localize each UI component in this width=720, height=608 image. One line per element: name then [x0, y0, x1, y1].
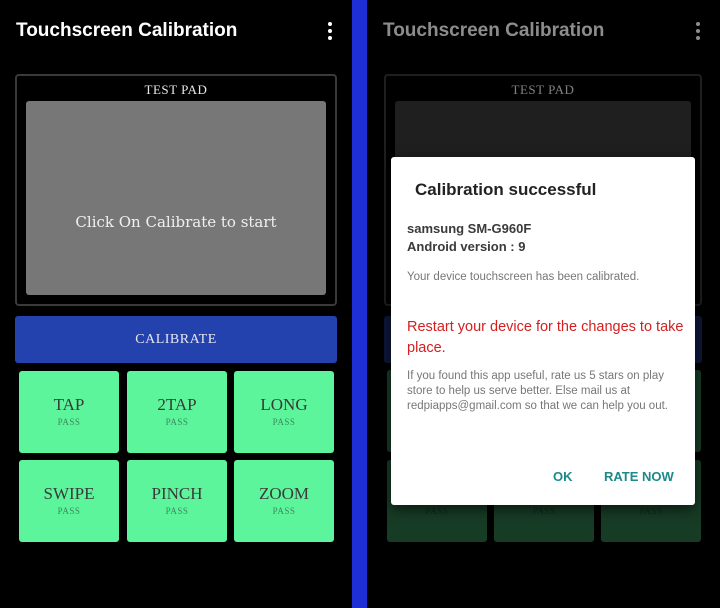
tile-pinch[interactable]: PINCH PASS — [127, 460, 227, 542]
tile-status: PASS — [272, 506, 296, 516]
restart-warning: Restart your device for the changes to t… — [407, 319, 684, 356]
ok-button[interactable]: OK — [553, 469, 573, 484]
rate-message: If you found this app useful, rate us 5 … — [407, 370, 668, 412]
tile-status: PASS — [57, 417, 81, 427]
tile-status: PASS — [165, 506, 189, 516]
calibration-dialog: Calibration successful samsung SM-G960F … — [391, 157, 695, 505]
test-pad-message: Click On Calibrate to start — [75, 213, 277, 231]
calibrated-message: Your device touchscreen has been calibra… — [407, 271, 640, 283]
tile-swipe[interactable]: SWIPE PASS — [19, 460, 119, 542]
tile-name: ZOOM — [258, 484, 310, 503]
rate-now-button[interactable]: RATE NOW — [604, 469, 674, 484]
tile-long[interactable]: LONG PASS — [234, 371, 334, 453]
screen-divider — [352, 0, 367, 608]
test-pad-label: TEST PAD — [144, 82, 208, 97]
tile-zoom[interactable]: ZOOM PASS — [234, 460, 334, 542]
left-screen: Touchscreen Calibration TEST PAD Click O… — [0, 0, 352, 608]
calibrate-button[interactable]: CALIBRATE — [15, 316, 337, 363]
tile-name: 2TAP — [157, 395, 197, 414]
tile-tap[interactable]: TAP PASS — [19, 371, 119, 453]
tile-status: PASS — [165, 417, 189, 427]
test-pad: TEST PAD Click On Calibrate to start — [15, 74, 337, 306]
device-model: samsung SM-G960F — [407, 221, 532, 236]
right-screen: Touchscreen Calibration TEST PAD PASS PA… — [367, 0, 720, 608]
tile-name: PINCH — [151, 484, 203, 503]
android-version: Android version : 9 — [407, 239, 526, 254]
overflow-menu-icon[interactable] — [327, 22, 333, 42]
app-bar: Touchscreen Calibration — [0, 0, 352, 64]
app-title: Touchscreen Calibration — [16, 20, 238, 41]
tile-status: PASS — [57, 506, 81, 516]
tile-2tap[interactable]: 2TAP PASS — [127, 371, 227, 453]
tile-status: PASS — [272, 417, 296, 427]
tile-name: LONG — [260, 395, 308, 414]
tile-name: TAP — [53, 395, 85, 414]
test-pad-area[interactable]: Click On Calibrate to start — [26, 101, 326, 295]
dialog-title: Calibration successful — [415, 180, 597, 199]
tile-name: SWIPE — [43, 484, 95, 503]
